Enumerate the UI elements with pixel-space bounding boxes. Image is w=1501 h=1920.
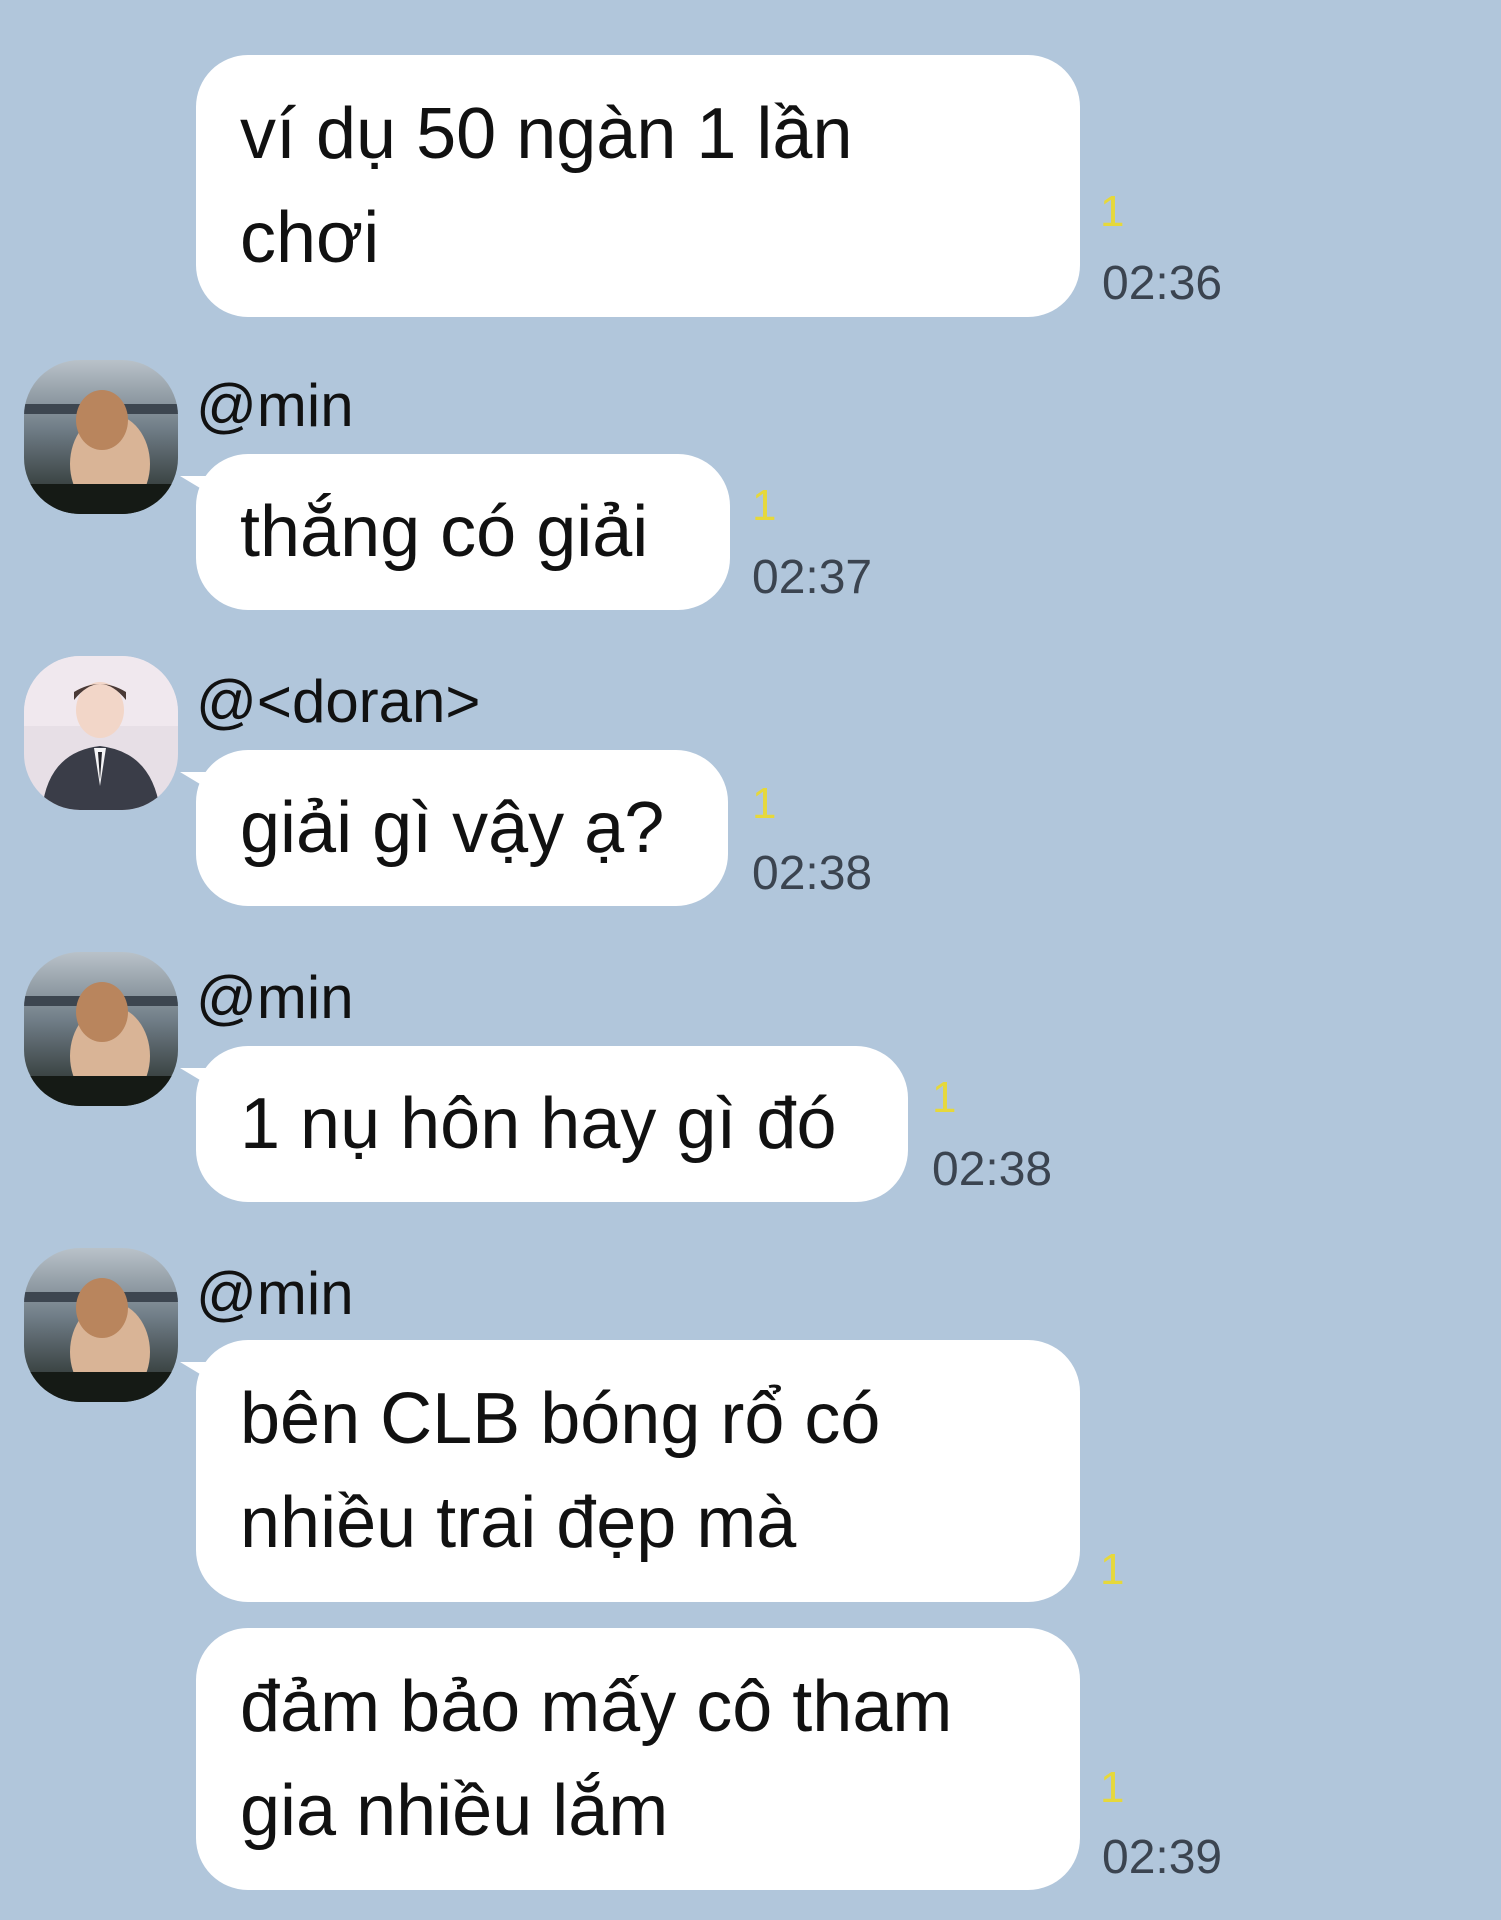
avatar-doran[interactable] (24, 656, 178, 810)
message-time: 02:39 (1102, 1831, 1223, 1884)
message-time: 02:37 (752, 551, 873, 604)
message-bubble[interactable]: bên CLB bóng rổ có nhiều trai đẹp mà (180, 1340, 1080, 1602)
unread-count: 1 (752, 481, 777, 530)
sender-name: @min (196, 964, 354, 1031)
message-time: 02:38 (752, 847, 873, 900)
unread-count: 1 (932, 1073, 957, 1122)
message-text: đảm bảo mấy cô tham gia nhiều lắm (240, 1667, 953, 1851)
message-text: ví dụ 50 ngàn 1 lần chơi (240, 94, 853, 278)
message-bubble[interactable]: ví dụ 50 ngàn 1 lần chơi (196, 55, 1080, 317)
avatar-min-image (24, 952, 178, 1106)
avatar-min-image (24, 1248, 178, 1402)
avatar-min-image (24, 360, 178, 514)
message-bubble[interactable]: giải gì vậy ạ? (180, 750, 728, 906)
unread-count: 1 (1100, 187, 1125, 236)
avatar-min[interactable] (24, 1248, 178, 1402)
bubble-tail (180, 1068, 210, 1086)
message-time: 02:38 (932, 1143, 1053, 1196)
message-text: giải gì vậy ạ? (240, 788, 665, 868)
avatar-min[interactable] (24, 952, 178, 1106)
message-bubble[interactable]: đảm bảo mấy cô tham gia nhiều lắm (196, 1628, 1080, 1890)
message-time: 02:36 (1102, 257, 1223, 310)
sender-name: @<doran> (196, 668, 481, 735)
sender-name: @min (196, 372, 354, 439)
message-bubble[interactable]: thắng có giải (180, 454, 730, 610)
message-text: 1 nụ hôn hay gì đó (240, 1084, 837, 1164)
message-text: bên CLB bóng rổ có nhiều trai đẹp mà (240, 1379, 881, 1563)
unread-count: 1 (752, 779, 777, 828)
unread-count: 1 (1100, 1545, 1125, 1594)
message-text: thắng có giải (240, 492, 649, 572)
bubble-tail (180, 1362, 210, 1380)
message-bubble[interactable]: 1 nụ hôn hay gì đó (180, 1046, 908, 1202)
unread-count: 1 (1100, 1763, 1125, 1812)
avatar-doran-image (24, 656, 178, 810)
avatar-min[interactable] (24, 360, 178, 514)
bubble-tail (180, 476, 210, 494)
sender-name: @min (196, 1260, 354, 1327)
bubble-tail (180, 772, 210, 790)
